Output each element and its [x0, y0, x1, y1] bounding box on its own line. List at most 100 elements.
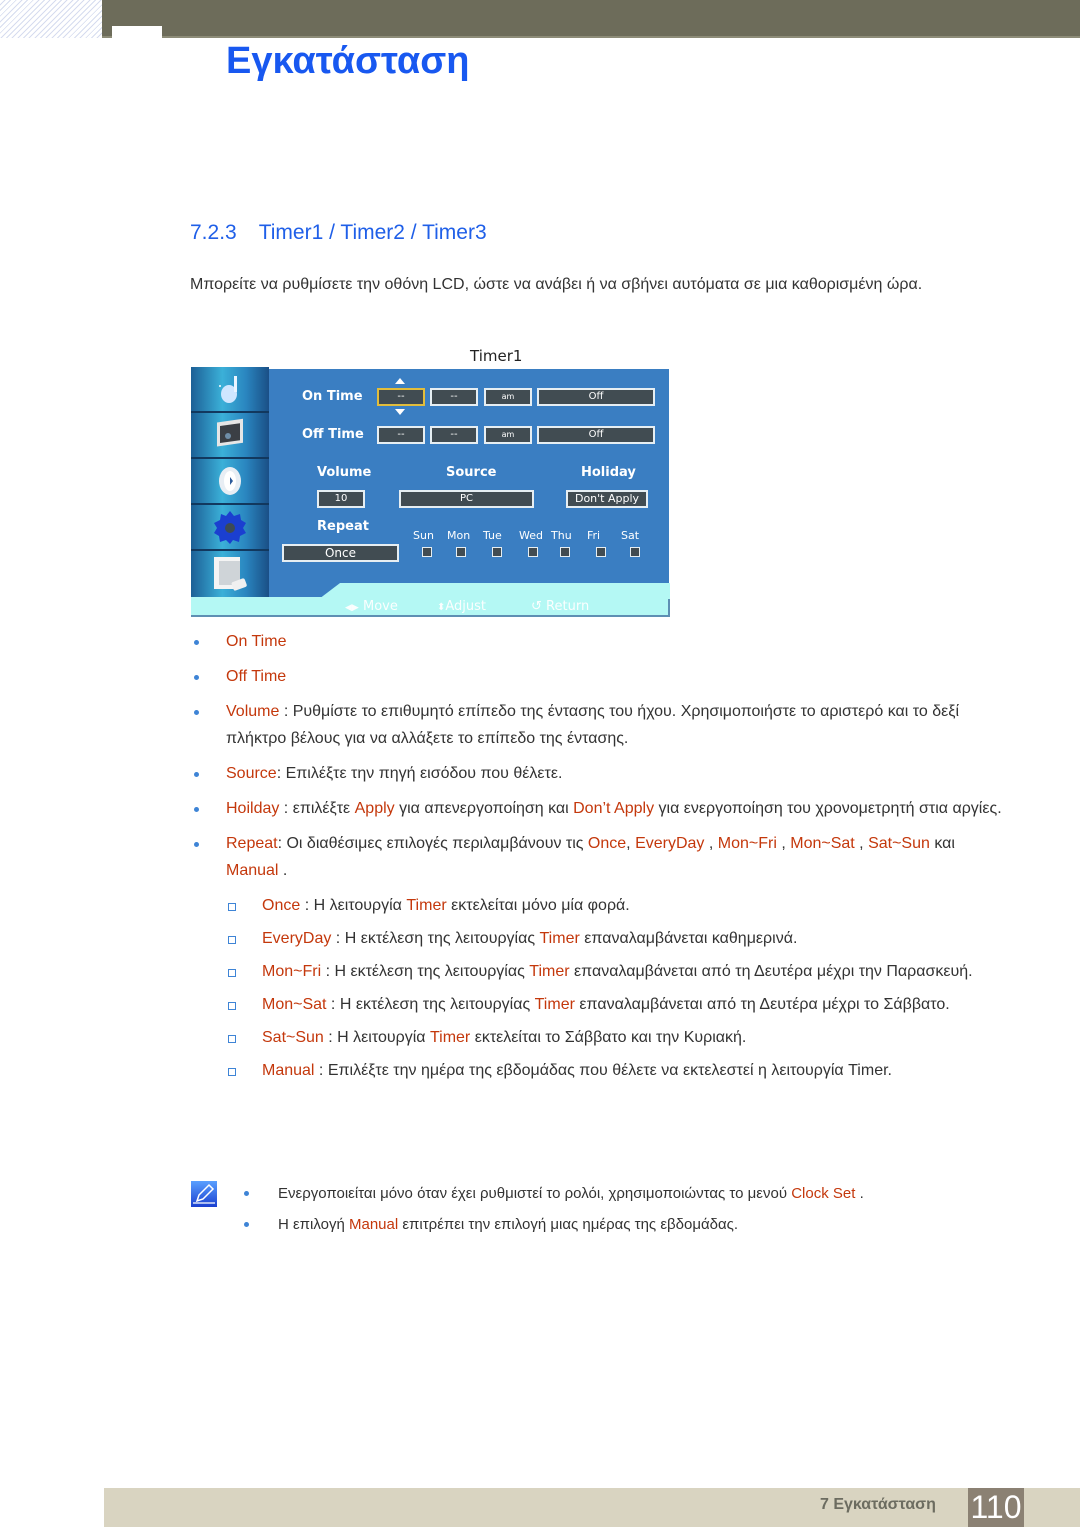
- page-footer: 7 Εγκατάσταση 110: [104, 1488, 1080, 1527]
- return-hint-label: Return: [546, 599, 590, 614]
- repeat-option-term: Mon~Fri: [262, 963, 322, 980]
- repeat-option-term: EveryDay: [262, 930, 332, 947]
- volume-description: : Ρυθμίστε το επιθυμητό επίπεδο της έντα…: [226, 703, 959, 747]
- source-term: Source: [226, 765, 277, 782]
- note-item: Η επιλογή Manual επιτρέπει την επιλογή μ…: [242, 1209, 864, 1240]
- on-time-hour-field[interactable]: --: [377, 388, 425, 406]
- multi-control-icon[interactable]: [191, 505, 269, 551]
- note-text: Ενεργοποιείται μόνο όταν έχει ρυθμιστεί …: [278, 1185, 792, 1202]
- holiday-text: για απενεργοποίηση και: [394, 800, 574, 817]
- chapter-number-mark: [112, 26, 162, 38]
- off-time-hour-field[interactable]: --: [377, 426, 425, 444]
- day-label-sun: Sun: [413, 529, 434, 542]
- sound-icon[interactable]: [191, 413, 269, 459]
- page-number: 110: [968, 1488, 1024, 1527]
- repeat-option-item: Sat~Sun : Η λειτουργία Timer εκτελείται …: [190, 1024, 1010, 1051]
- repeat-options-sublist: Once : Η λειτουργία Timer εκτελείται μόν…: [190, 892, 1010, 1084]
- section-number: 7.2.3: [190, 221, 237, 244]
- osd-timer-menu: On Time -- -- am Off Off Time -- -- am O…: [191, 367, 670, 617]
- holiday-text: : επιλέξτε: [279, 800, 355, 817]
- repeat-label: Repeat: [317, 519, 369, 534]
- source-description: : Επιλέξτε την πηγή εισόδου που θέλετε.: [276, 765, 563, 782]
- day-checkbox-thu[interactable]: [560, 547, 570, 557]
- list-item-repeat: Repeat: Οι διαθέσιμες επιλογές περιλαμβά…: [190, 830, 1010, 884]
- input-icon[interactable]: [191, 551, 269, 597]
- on-time-minute-field[interactable]: --: [430, 388, 478, 406]
- volume-term: Volume: [226, 703, 280, 720]
- volume-field[interactable]: 10: [317, 490, 365, 508]
- arrow-down-icon: [395, 409, 405, 415]
- repeat-option: Mon~Sat: [790, 835, 855, 852]
- day-checkbox-sun[interactable]: [422, 547, 432, 557]
- repeat-option-term: Sat~Sun: [262, 1029, 324, 1046]
- day-label-mon: Mon: [447, 529, 471, 542]
- setup-icon[interactable]: [191, 459, 269, 505]
- off-time-minute-field[interactable]: --: [430, 426, 478, 444]
- on-time-label: On Time: [302, 389, 363, 404]
- repeat-option-item: Mon~Fri : Η εκτέλεση της λειτουργίας Tim…: [190, 958, 1010, 985]
- source-label: Source: [446, 465, 497, 480]
- timer-term: Timer: [529, 963, 570, 980]
- on-time-ampm-field[interactable]: am: [484, 388, 532, 406]
- osd-footer: ◀▶ Move ⬍Adjust ↺ Return: [191, 583, 670, 617]
- footer-chapter-label: 7 Εγκατάσταση: [820, 1496, 936, 1513]
- intro-paragraph: Μπορείτε να ρυθμίσετε την οθόνη LCD, ώστ…: [190, 276, 923, 293]
- timer-term: Timer: [406, 897, 447, 914]
- day-checkbox-tue[interactable]: [492, 547, 502, 557]
- note-text: Η επιλογή: [278, 1216, 349, 1233]
- option-text: επαναλαμβάνεται από τη Δευτέρα μέχρι το …: [574, 996, 950, 1013]
- day-checkbox-sat[interactable]: [630, 547, 640, 557]
- option-text: : Επιλέξτε την ημέρα της εβδομάδας που θ…: [314, 1062, 892, 1079]
- list-item-off-time: Off Time: [190, 663, 1010, 690]
- move-hint-label: Move: [362, 599, 398, 614]
- off-time-state-field[interactable]: Off: [537, 426, 655, 444]
- osd-title: Timer1: [470, 347, 523, 365]
- source-field[interactable]: PC: [399, 490, 534, 508]
- return-hint: ↺ Return: [531, 599, 589, 614]
- notes-list: Ενεργοποιείται μόνο όταν έχει ρυθμιστεί …: [242, 1178, 864, 1240]
- holiday-field[interactable]: Don't Apply: [566, 490, 648, 508]
- arrow-up-icon: [395, 378, 405, 384]
- option-text: : Η εκτέλεση της λειτουργίας: [326, 996, 535, 1013]
- osd-footer-tab: [319, 583, 670, 599]
- day-label-thu: Thu: [551, 529, 572, 542]
- note-text: .: [855, 1185, 864, 1202]
- day-label-fri: Fri: [587, 529, 601, 542]
- option-text: εκτελείται μόνο μία φορά.: [446, 897, 630, 914]
- clock-set-term: Clock Set: [791, 1185, 856, 1202]
- repeat-option-term: Manual: [262, 1062, 315, 1079]
- osd-sidebar: [191, 367, 269, 597]
- note-pencil-icon: [191, 1181, 217, 1207]
- option-text: εκτελείται το Σάββατο και την Κυριακή.: [470, 1029, 747, 1046]
- off-time-term: Off Time: [226, 668, 287, 685]
- repeat-option-term: Mon~Sat: [262, 996, 327, 1013]
- holiday-label: Holiday: [581, 465, 636, 480]
- day-checkbox-wed[interactable]: [528, 547, 538, 557]
- apply-term: Apply: [354, 800, 395, 817]
- list-item-source: Source: Επιλέξτε την πηγή εισόδου που θέ…: [190, 760, 1010, 787]
- repeat-text: και: [929, 835, 955, 852]
- option-text: : Η εκτέλεση της λειτουργίας: [321, 963, 530, 980]
- day-checkbox-fri[interactable]: [596, 547, 606, 557]
- return-icon: ↺: [531, 599, 542, 614]
- note-item: Ενεργοποιείται μόνο όταν έχει ρυθμιστεί …: [242, 1178, 864, 1209]
- off-time-ampm-field[interactable]: am: [484, 426, 532, 444]
- move-arrows-icon: ◀▶: [345, 603, 359, 613]
- picture-icon[interactable]: [191, 367, 269, 413]
- option-text: : Η εκτέλεση της λειτουργίας: [331, 930, 540, 947]
- repeat-option-item: Manual : Επιλέξτε την ημέρα της εβδομάδα…: [190, 1057, 1010, 1084]
- on-time-state-field[interactable]: Off: [537, 388, 655, 406]
- option-text: : Η λειτουργία: [323, 1029, 430, 1046]
- option-text: : Η λειτουργία: [300, 897, 407, 914]
- repeat-option: Sat~Sun: [868, 835, 930, 852]
- repeat-option: Manual: [226, 862, 279, 879]
- volume-label: Volume: [317, 465, 372, 480]
- dont-apply-term: Don’t Apply: [573, 800, 655, 817]
- repeat-field[interactable]: Once: [282, 544, 399, 562]
- repeat-option-term: Once: [262, 897, 301, 914]
- repeat-option: EveryDay: [635, 835, 705, 852]
- day-checkbox-mon[interactable]: [456, 547, 466, 557]
- header-bar: [102, 0, 1080, 38]
- section-title-text: Timer1 / Timer2 / Timer3: [258, 221, 487, 244]
- day-label-wed: Wed: [519, 529, 543, 542]
